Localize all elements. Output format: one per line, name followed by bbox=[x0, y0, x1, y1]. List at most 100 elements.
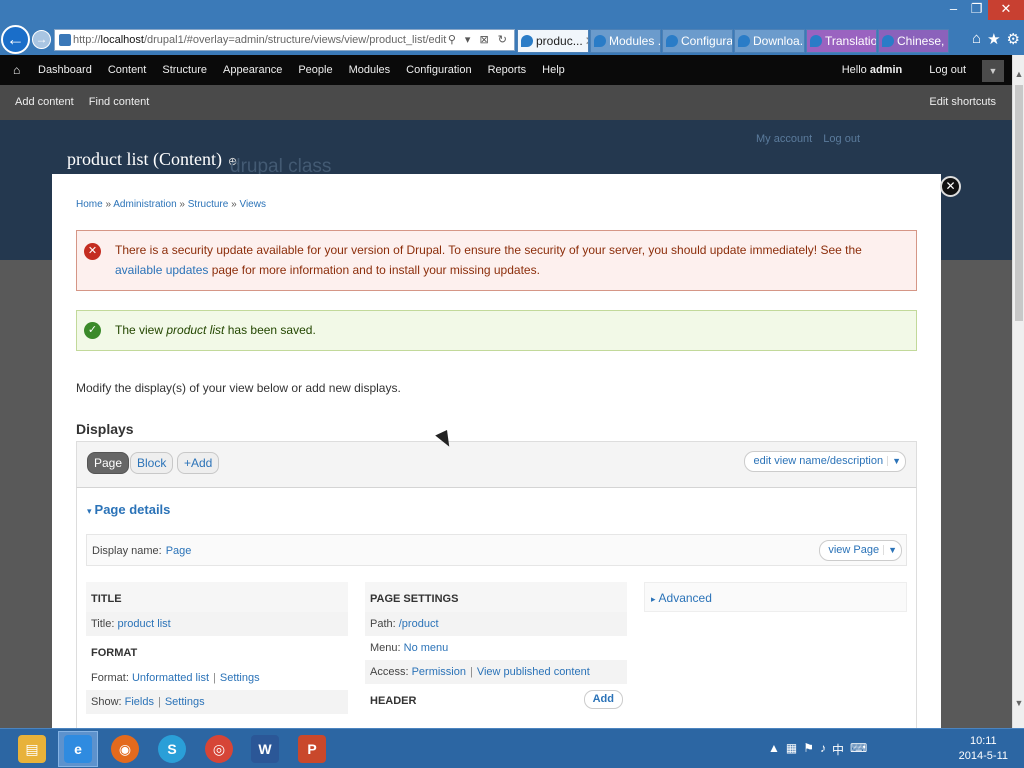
access-settings-link[interactable]: View published content bbox=[477, 666, 590, 678]
system-tray: ▲ ▦ ⚑ ♪ 中 ⌨ bbox=[768, 741, 867, 758]
page-details-panel: ▾ Page details Display name: Page view Pag… bbox=[76, 488, 917, 728]
menu-help[interactable]: Help bbox=[542, 64, 565, 76]
edit-view-name-button[interactable]: edit view name/description ▼ bbox=[744, 451, 906, 472]
edit-shortcuts-link[interactable]: Edit shortcuts bbox=[929, 96, 996, 108]
clock-time: 10:11 bbox=[969, 735, 997, 747]
menu-dashboard[interactable]: Dashboard bbox=[38, 64, 92, 76]
site-favicon-icon bbox=[59, 34, 71, 46]
toolbar-drawer-toggle[interactable]: ▼ bbox=[982, 60, 1004, 82]
format-settings-link[interactable]: Settings bbox=[220, 672, 260, 684]
shortcut-find-content[interactable]: Find content bbox=[89, 96, 150, 108]
home-icon[interactable]: ⌂ bbox=[972, 30, 981, 48]
menu-configuration[interactable]: Configuration bbox=[406, 64, 471, 76]
display-tab-page[interactable]: Page bbox=[87, 452, 130, 474]
chevron-down-icon[interactable]: ▼ bbox=[883, 545, 897, 555]
browser-tab-active[interactable]: produc...✕ bbox=[517, 29, 589, 53]
browser-tab[interactable]: Modules ... bbox=[590, 29, 661, 53]
error-message: ✕ There is a security update available f… bbox=[76, 230, 917, 291]
address-bar[interactable]: http://localhost/drupal1/#overlay=admin/… bbox=[54, 29, 515, 51]
drupal-icon bbox=[666, 35, 678, 47]
close-tab-icon[interactable]: ✕ bbox=[585, 34, 588, 48]
address-url[interactable]: http://localhost/drupal1/#overlay=admin/… bbox=[73, 34, 446, 46]
internet-explorer-icon[interactable]: e bbox=[58, 731, 98, 767]
expand-triangle-icon: ▸ bbox=[651, 594, 656, 604]
hello-text: Hello bbox=[841, 64, 867, 76]
display-name-link[interactable]: Page bbox=[166, 545, 192, 557]
keyboard-icon[interactable]: ⌨ bbox=[850, 741, 867, 758]
menu-modules[interactable]: Modules bbox=[349, 64, 391, 76]
show-fields-link[interactable]: Fields bbox=[125, 696, 154, 708]
breadcrumb: Home » Administration » Structure » View… bbox=[76, 199, 266, 210]
windows-taskbar: ▤ e ◉ S ◎ W P ▲ ▦ ⚑ ♪ 中 ⌨ 10:11 2014-5-1… bbox=[0, 728, 1024, 768]
minimize-button[interactable]: – bbox=[942, 0, 965, 20]
toolbar-home-icon[interactable]: ⌂ bbox=[13, 63, 20, 77]
view-page-button[interactable]: view Page ▼ bbox=[819, 540, 902, 561]
url-path: /drupal1/#overlay=admin/structure/views/… bbox=[143, 34, 447, 46]
tab-label: produc... bbox=[536, 34, 583, 48]
scroll-up-icon[interactable]: ▲ bbox=[1013, 69, 1024, 79]
display-name-label: Display name: bbox=[92, 545, 162, 557]
flag-icon[interactable]: ⚑ bbox=[803, 741, 814, 758]
menu-people[interactable]: People bbox=[298, 64, 332, 76]
browser-tab[interactable]: Downloa... bbox=[734, 29, 805, 53]
edit-view-name-label: edit view name/description bbox=[753, 455, 884, 467]
browser-tab[interactable]: Chinese, ... bbox=[878, 29, 949, 53]
view-page-label: view Page bbox=[828, 544, 880, 556]
breadcrumb-structure[interactable]: Structure bbox=[188, 199, 229, 210]
secondary-my-account[interactable]: My account bbox=[756, 133, 812, 145]
browser-tabs: produc...✕ Modules ... Configura... Down… bbox=[517, 29, 950, 53]
displays-heading: Displays bbox=[76, 421, 134, 437]
page-details-toggle[interactable]: ▾ Page details bbox=[87, 502, 170, 517]
system-clock[interactable]: 10:11 2014-5-11 bbox=[959, 734, 1008, 764]
overlay-close-button[interactable]: ✕ bbox=[940, 176, 961, 197]
skype-icon[interactable]: S bbox=[152, 731, 192, 767]
scroll-down-icon[interactable]: ▼ bbox=[1013, 698, 1024, 708]
path-link[interactable]: /product bbox=[399, 618, 439, 630]
volume-icon[interactable]: ♪ bbox=[820, 741, 826, 758]
title-link[interactable]: product list bbox=[118, 618, 171, 630]
restore-button[interactable]: ❐ bbox=[965, 0, 988, 20]
breadcrumb-administration[interactable]: Administration bbox=[113, 199, 176, 210]
menu-reports[interactable]: Reports bbox=[488, 64, 527, 76]
scrollbar-thumb[interactable] bbox=[1015, 85, 1023, 321]
network-icon[interactable]: ▦ bbox=[786, 741, 797, 758]
page-scrollbar[interactable]: ▲ ▼ bbox=[1012, 55, 1024, 728]
header-add-button[interactable]: Add bbox=[583, 690, 623, 709]
shortcut-add-content[interactable]: Add content bbox=[15, 96, 74, 108]
intro-text: Modify the display(s) of your view below… bbox=[76, 381, 401, 395]
available-updates-link[interactable]: available updates bbox=[115, 263, 208, 277]
menu-appearance[interactable]: Appearance bbox=[223, 64, 282, 76]
breadcrumb-views[interactable]: Views bbox=[239, 199, 266, 210]
show-settings-link[interactable]: Settings bbox=[165, 696, 205, 708]
drupal-icon bbox=[738, 35, 750, 47]
menu-structure[interactable]: Structure bbox=[162, 64, 207, 76]
menu-link[interactable]: No menu bbox=[404, 642, 449, 654]
chrome-icon[interactable]: ◎ bbox=[199, 731, 239, 767]
toolbar-logout-link[interactable]: Log out bbox=[929, 64, 966, 76]
browser-tab[interactable]: Translatio... bbox=[806, 29, 877, 53]
file-explorer-icon[interactable]: ▤ bbox=[12, 731, 52, 767]
advanced-toggle[interactable]: ▸ Advanced bbox=[644, 582, 907, 612]
ime-icon[interactable]: 中 bbox=[832, 741, 844, 758]
settings-gear-icon[interactable]: ⚙ bbox=[1007, 30, 1020, 48]
menu-content[interactable]: Content bbox=[108, 64, 147, 76]
add-display-button[interactable]: +Add bbox=[177, 452, 220, 474]
display-tab-block[interactable]: Block bbox=[130, 452, 174, 474]
secondary-log-out[interactable]: Log out bbox=[823, 133, 860, 145]
breadcrumb-home[interactable]: Home bbox=[76, 199, 103, 210]
access-permission-link[interactable]: Permission bbox=[412, 666, 466, 678]
chevron-down-icon[interactable]: ▼ bbox=[887, 456, 901, 466]
status-text: The view product list has been saved. bbox=[115, 323, 316, 337]
address-controls[interactable]: ⚲ ▾ ⊠ ↻ bbox=[448, 33, 510, 46]
back-button[interactable]: ← bbox=[1, 25, 30, 54]
tray-expand-icon[interactable]: ▲ bbox=[768, 741, 780, 758]
format-link[interactable]: Unformatted list bbox=[132, 672, 209, 684]
favorites-icon[interactable]: ★ bbox=[987, 30, 1000, 48]
powerpoint-icon[interactable]: P bbox=[292, 731, 332, 767]
forward-button[interactable]: → bbox=[32, 30, 51, 49]
firefox-icon[interactable]: ◉ bbox=[105, 731, 145, 767]
close-window-button[interactable]: ✕ bbox=[988, 0, 1024, 20]
username[interactable]: admin bbox=[870, 64, 902, 76]
browser-tab[interactable]: Configura... bbox=[662, 29, 733, 53]
word-icon[interactable]: W bbox=[245, 731, 285, 767]
